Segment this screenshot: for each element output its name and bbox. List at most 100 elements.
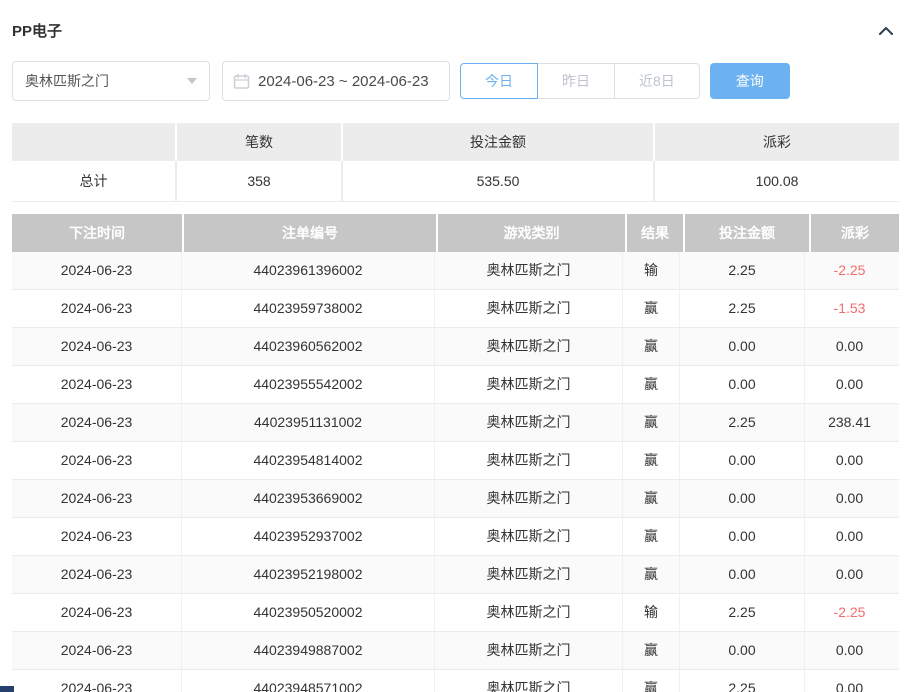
today-button[interactable]: 今日 [460,63,538,99]
cell-payout: 0.00 [805,556,894,593]
table-row: 2024-06-23 44023952937002 奥林匹斯之门 赢 0.00 … [12,518,899,556]
cell-result: 输 [623,594,680,631]
summary-header-row: 笔数 投注金额 派彩 [12,123,899,161]
pp-electronic-panel: PP电子 奥林匹斯之门 2024-06-23 ~ 2024-06-23 [0,0,911,692]
game-select[interactable]: 奥林匹斯之门 [12,61,210,101]
table-row: 2024-06-23 44023955542002 奥林匹斯之门 赢 0.00 … [12,366,899,404]
cell-bet-id: 44023960562002 [182,328,435,365]
header-result: 结果 [627,214,683,252]
table-row: 2024-06-23 44023959738002 奥林匹斯之门 赢 2.25 … [12,290,899,328]
header-bet-id: 注单编号 [184,214,436,252]
cell-result: 输 [623,252,680,289]
cell-bet-time: 2024-06-23 [12,556,182,593]
cell-bet-time: 2024-06-23 [12,594,182,631]
cell-bet-time: 2024-06-23 [12,252,182,289]
cell-bet-time: 2024-06-23 [12,366,182,403]
cell-payout: -2.25 [805,594,894,631]
cell-bet-time: 2024-06-23 [12,670,182,692]
yesterday-button[interactable]: 昨日 [537,63,615,99]
cell-bet-id: 44023954814002 [182,442,435,479]
cell-payout: 0.00 [805,328,894,365]
summary-total-payout: 100.08 [655,161,899,201]
header-payout: 派彩 [811,214,899,252]
cell-result: 赢 [623,328,680,365]
table-header-row: 下注时间 注单编号 游戏类别 结果 投注金额 派彩 [12,214,899,252]
cell-bet-id: 44023948571002 [182,670,435,692]
cell-bet-amount: 0.00 [680,518,805,555]
cell-payout: 0.00 [805,518,894,555]
cell-bet-time: 2024-06-23 [12,480,182,517]
table-row: 2024-06-23 44023950520002 奥林匹斯之门 输 2.25 … [12,594,899,632]
summary-total-row: 总计 358 535.50 100.08 [12,161,899,202]
cell-game-type: 奥林匹斯之门 [435,556,623,593]
cell-payout: 0.00 [805,632,894,669]
last-8-days-button[interactable]: 近8日 [614,63,700,99]
filter-controls: 奥林匹斯之门 2024-06-23 ~ 2024-06-23 今日 昨日 近8日… [12,61,899,101]
cell-bet-amount: 2.25 [680,594,805,631]
cell-bet-id: 44023953669002 [182,480,435,517]
summary-header-count: 笔数 [177,123,341,161]
cell-payout: -1.53 [805,290,894,327]
cell-bet-id: 44023961396002 [182,252,435,289]
panel-header: PP电子 [0,0,911,41]
cell-payout: 0.00 [805,670,894,692]
query-button[interactable]: 查询 [710,63,790,99]
cell-bet-id: 44023952198002 [182,556,435,593]
chevron-down-icon [187,78,197,84]
cell-payout: -2.25 [805,252,894,289]
cell-bet-amount: 0.00 [680,556,805,593]
cell-bet-amount: 2.25 [680,404,805,441]
cell-payout: 0.00 [805,442,894,479]
summary-header-empty [12,123,175,161]
cell-game-type: 奥林匹斯之门 [435,328,623,365]
cell-game-type: 奥林匹斯之门 [435,290,623,327]
cell-bet-amount: 0.00 [680,442,805,479]
bottom-corner-decoration [0,686,14,692]
cell-bet-id: 44023949887002 [182,632,435,669]
cell-bet-amount: 0.00 [680,632,805,669]
cell-result: 赢 [623,632,680,669]
cell-game-type: 奥林匹斯之门 [435,366,623,403]
cell-result: 赢 [623,480,680,517]
cell-bet-time: 2024-06-23 [12,442,182,479]
cell-payout: 238.41 [805,404,894,441]
cell-bet-time: 2024-06-23 [12,328,182,365]
cell-game-type: 奥林匹斯之门 [435,404,623,441]
bet-records-table: 下注时间 注单编号 游戏类别 结果 投注金额 派彩 2024-06-23 440… [12,214,899,692]
chevron-up-icon [877,25,895,41]
table-row: 2024-06-23 44023952198002 奥林匹斯之门 赢 0.00 … [12,556,899,594]
cell-game-type: 奥林匹斯之门 [435,670,623,692]
cell-payout: 0.00 [805,480,894,517]
cell-bet-id: 44023952937002 [182,518,435,555]
summary-total-bet-amount: 535.50 [343,161,653,201]
table-row: 2024-06-23 44023948571002 奥林匹斯之门 赢 2.25 … [12,670,899,692]
cell-bet-time: 2024-06-23 [12,404,182,441]
cell-bet-amount: 0.00 [680,480,805,517]
cell-bet-amount: 0.00 [680,328,805,365]
cell-result: 赢 [623,442,680,479]
cell-bet-time: 2024-06-23 [12,290,182,327]
table-body: 2024-06-23 44023961396002 奥林匹斯之门 输 2.25 … [12,252,899,692]
cell-game-type: 奥林匹斯之门 [435,252,623,289]
cell-result: 赢 [623,556,680,593]
summary-total-count: 358 [177,161,341,201]
summary-header-payout: 派彩 [655,123,899,161]
cell-bet-id: 44023950520002 [182,594,435,631]
summary-total-label: 总计 [12,161,175,201]
header-game-type: 游戏类别 [438,214,625,252]
table-row: 2024-06-23 44023951131002 奥林匹斯之门 赢 2.25 … [12,404,899,442]
date-range-value: 2024-06-23 ~ 2024-06-23 [258,73,429,90]
cell-bet-amount: 2.25 [680,252,805,289]
quick-date-button-group: 今日 昨日 近8日 [460,63,700,99]
cell-result: 赢 [623,290,680,327]
collapse-panel-button[interactable] [875,22,897,40]
cell-bet-id: 44023959738002 [182,290,435,327]
header-bet-time: 下注时间 [12,214,182,252]
cell-result: 赢 [623,518,680,555]
cell-game-type: 奥林匹斯之门 [435,442,623,479]
cell-payout: 0.00 [805,366,894,403]
cell-result: 赢 [623,366,680,403]
cell-game-type: 奥林匹斯之门 [435,518,623,555]
date-range-input[interactable]: 2024-06-23 ~ 2024-06-23 [222,61,450,101]
cell-game-type: 奥林匹斯之门 [435,480,623,517]
